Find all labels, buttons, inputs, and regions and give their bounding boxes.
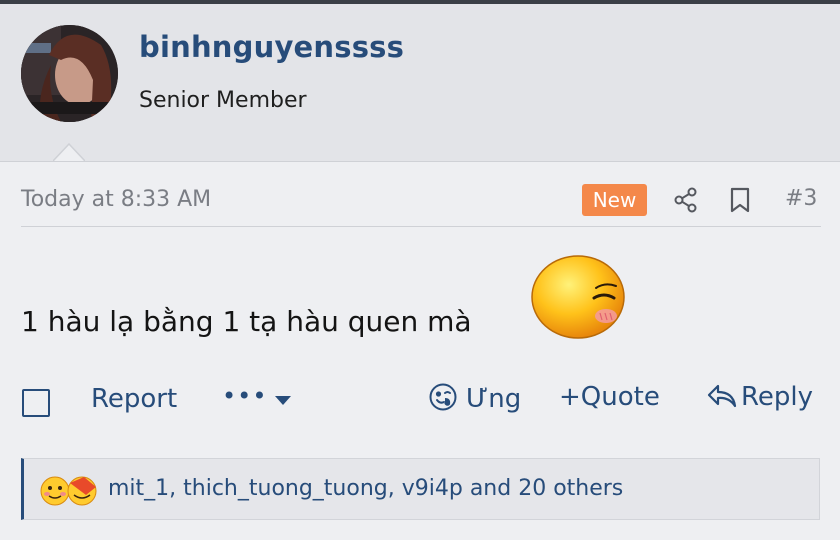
post-number[interactable]: #3 bbox=[785, 186, 817, 211]
post-actions: Report ••• Ưng +Quote Reply bbox=[0, 376, 840, 426]
new-badge: New bbox=[582, 184, 647, 216]
user-title: Senior Member bbox=[139, 88, 307, 113]
reaction-icons bbox=[38, 473, 102, 507]
select-checkbox[interactable] bbox=[22, 389, 50, 417]
react-button[interactable]: Ưng bbox=[428, 382, 521, 414]
reply-button[interactable]: Reply bbox=[707, 382, 813, 412]
share-icon[interactable] bbox=[673, 187, 699, 213]
chevron-down-icon[interactable] bbox=[275, 396, 291, 405]
post-meta: Today at 8:33 AM New #3 bbox=[21, 182, 821, 227]
reaction-users[interactable]: mit_1, thich_tuong_tuong, v9i4p and 20 o… bbox=[108, 476, 623, 501]
react-label: Ưng bbox=[466, 384, 522, 414]
header-pointer bbox=[53, 143, 85, 161]
avatar-image bbox=[21, 25, 118, 122]
username[interactable]: binhnguyenssss bbox=[139, 30, 404, 64]
report-button[interactable]: Report bbox=[91, 384, 177, 414]
reactions-bar[interactable]: mit_1, thich_tuong_tuong, v9i4p and 20 o… bbox=[21, 458, 820, 520]
more-options-button[interactable]: ••• bbox=[222, 382, 267, 410]
user-header: binhnguyenssss Senior Member bbox=[0, 4, 840, 162]
post-date[interactable]: Today at 8:33 AM bbox=[21, 187, 211, 212]
bookmark-icon[interactable] bbox=[729, 187, 751, 213]
reply-label: Reply bbox=[741, 382, 814, 412]
avatar[interactable] bbox=[21, 25, 118, 122]
reply-arrow-icon bbox=[707, 384, 737, 408]
quote-button[interactable]: +Quote bbox=[559, 382, 660, 412]
post-message: 1 hàu lạ bằng 1 tạ hàu quen mà bbox=[21, 305, 472, 338]
blushing-smiley-icon bbox=[530, 254, 626, 340]
reaction-smiley-icon bbox=[429, 383, 457, 411]
